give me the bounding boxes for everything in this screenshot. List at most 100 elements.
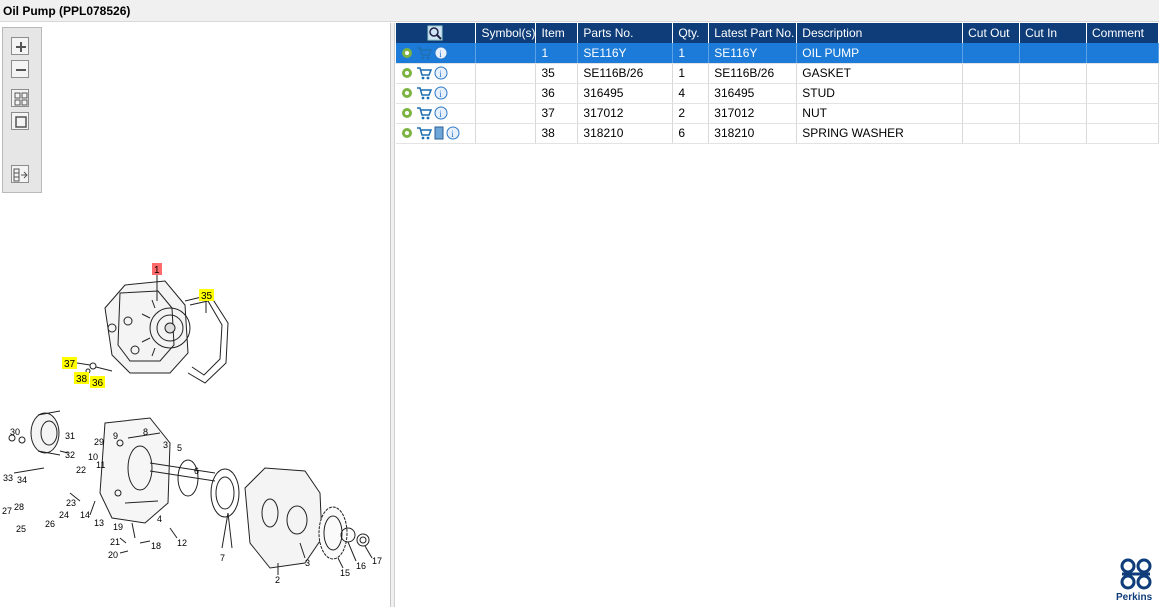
cell-description: SPRING WASHER [796, 123, 964, 144]
cell-cut-out [962, 43, 1021, 64]
callout-9[interactable]: 9 [113, 431, 118, 441]
gear-icon[interactable] [400, 46, 414, 60]
callout-4[interactable]: 4 [157, 514, 162, 524]
parts-list-pane: Symbol(s) Item Parts No. Qty. Latest Par… [396, 23, 1159, 607]
diagram-pane[interactable]: 1 35 37 38 36 30 31 29 9 8 32 10 11 5 3 … [0, 23, 391, 607]
callout-6[interactable]: 6 [194, 466, 199, 476]
info-icon[interactable]: i [434, 46, 448, 60]
callout-13[interactable]: 13 [94, 518, 104, 528]
column-header-description[interactable]: Description [796, 23, 964, 43]
cart-icon[interactable] [416, 46, 432, 60]
column-header-parts-no[interactable]: Parts No. [577, 23, 674, 43]
gear-icon[interactable] [400, 86, 414, 100]
info-icon[interactable]: i [434, 86, 448, 100]
callout-23[interactable]: 23 [66, 498, 76, 508]
callout-33[interactable]: 33 [3, 473, 13, 483]
callout-20[interactable]: 20 [108, 550, 118, 560]
cell-symbols [475, 103, 537, 124]
callout-15[interactable]: 15 [340, 568, 350, 578]
cell-cut-in [1019, 43, 1087, 64]
callout-24[interactable]: 24 [59, 510, 69, 520]
callout-17[interactable]: 17 [372, 556, 382, 566]
cart-icon[interactable] [416, 86, 432, 100]
cell-item: 1 [535, 43, 579, 64]
cell-cut-in [1019, 83, 1087, 104]
callout-25[interactable]: 25 [16, 524, 26, 534]
pane-splitter[interactable] [391, 23, 395, 607]
cart-icon[interactable] [416, 106, 432, 120]
column-header-comment[interactable]: Comment [1086, 23, 1159, 43]
callout-22[interactable]: 22 [76, 465, 86, 475]
callout-5[interactable]: 5 [177, 443, 182, 453]
info-icon[interactable]: i [446, 126, 460, 140]
column-header-actions[interactable] [396, 23, 477, 43]
callout-29[interactable]: 29 [94, 437, 104, 447]
callout-3[interactable]: 3 [163, 440, 168, 450]
callout-11[interactable]: 11 [96, 460, 105, 470]
title-bar: Oil Pump (PPL078526) [0, 0, 1159, 22]
callout-19[interactable]: 19 [113, 522, 123, 532]
column-header-cut-in[interactable]: Cut In [1019, 23, 1087, 43]
callout-12[interactable]: 12 [177, 538, 187, 548]
cell-comment [1086, 63, 1159, 84]
callout-21[interactable]: 21 [110, 537, 120, 547]
callout-16[interactable]: 16 [356, 561, 366, 571]
cell-latest-part-no: 318210 [708, 123, 798, 144]
callout-2[interactable]: 2 [275, 575, 280, 585]
search-column-icon[interactable] [427, 25, 443, 41]
callout-37[interactable]: 37 [64, 359, 76, 370]
callout-26[interactable]: 26 [45, 519, 55, 529]
callout-1[interactable]: 1 [154, 265, 160, 276]
gear-icon[interactable] [400, 126, 414, 140]
window-title: Oil Pump (PPL078526) [3, 4, 131, 18]
callout-8[interactable]: 8 [143, 427, 148, 437]
cell-cut-in [1019, 63, 1087, 84]
cell-parts-no: SE116B/26 [577, 63, 674, 84]
callout-28[interactable]: 28 [14, 502, 24, 512]
table-row[interactable]: i 1 SE116Y 1 SE116Y OIL PUMP [396, 43, 1159, 64]
callout-27[interactable]: 27 [2, 506, 12, 516]
callout-30[interactable]: 30 [10, 427, 20, 437]
callout-38[interactable]: 38 [76, 374, 88, 385]
table-row[interactable]: i 37 317012 2 317012 NUT [396, 103, 1159, 124]
info-icon[interactable]: i [434, 66, 448, 80]
callout-34[interactable]: 34 [17, 475, 27, 485]
cart-icon[interactable] [416, 66, 432, 80]
callout-31[interactable]: 31 [65, 431, 75, 441]
cell-description: STUD [796, 83, 964, 104]
exploded-diagram[interactable]: 1 35 37 38 36 30 31 29 9 8 32 10 11 5 3 … [0, 23, 390, 607]
column-header-qty[interactable]: Qty. [672, 23, 710, 43]
row-actions: i [396, 63, 477, 84]
table-row[interactable]: i 35 SE116B/26 1 SE116B/26 GASKET [396, 63, 1159, 84]
info-icon[interactable]: i [434, 106, 448, 120]
column-header-cut-out[interactable]: Cut Out [962, 23, 1021, 43]
cell-qty: 2 [672, 103, 710, 124]
callout-3b[interactable]: 3 [305, 558, 310, 568]
table-header-row: Symbol(s) Item Parts No. Qty. Latest Par… [396, 23, 1159, 43]
callout-32[interactable]: 32 [65, 450, 75, 460]
column-header-item[interactable]: Item [535, 23, 579, 43]
cell-qty: 1 [672, 63, 710, 84]
cell-latest-part-no: SE116Y [708, 43, 798, 64]
cell-cut-in [1019, 123, 1087, 144]
cell-cut-out [962, 83, 1021, 104]
row-actions: i [396, 103, 477, 124]
callout-35[interactable]: 35 [201, 291, 213, 302]
callout-7[interactable]: 7 [220, 553, 225, 563]
cell-comment [1086, 123, 1159, 144]
cell-comment [1086, 103, 1159, 124]
cart-icon[interactable] [416, 126, 432, 140]
column-header-latest-part-no[interactable]: Latest Part No. [708, 23, 798, 43]
column-header-symbols[interactable]: Symbol(s) [475, 23, 537, 43]
table-row[interactable]: i 38 318210 6 318210 SPRING WASHER [396, 123, 1159, 144]
callout-18[interactable]: 18 [151, 541, 161, 551]
parts-table: Symbol(s) Item Parts No. Qty. Latest Par… [396, 23, 1159, 144]
callout-14[interactable]: 14 [80, 510, 90, 520]
gear-icon[interactable] [400, 106, 414, 120]
document-icon[interactable] [434, 126, 444, 140]
cell-parts-no: SE116Y [577, 43, 674, 64]
table-row[interactable]: i 36 316495 4 316495 STUD [396, 83, 1159, 104]
perkins-logo-icon [1120, 558, 1152, 590]
gear-icon[interactable] [400, 66, 414, 80]
callout-36[interactable]: 36 [92, 378, 104, 389]
